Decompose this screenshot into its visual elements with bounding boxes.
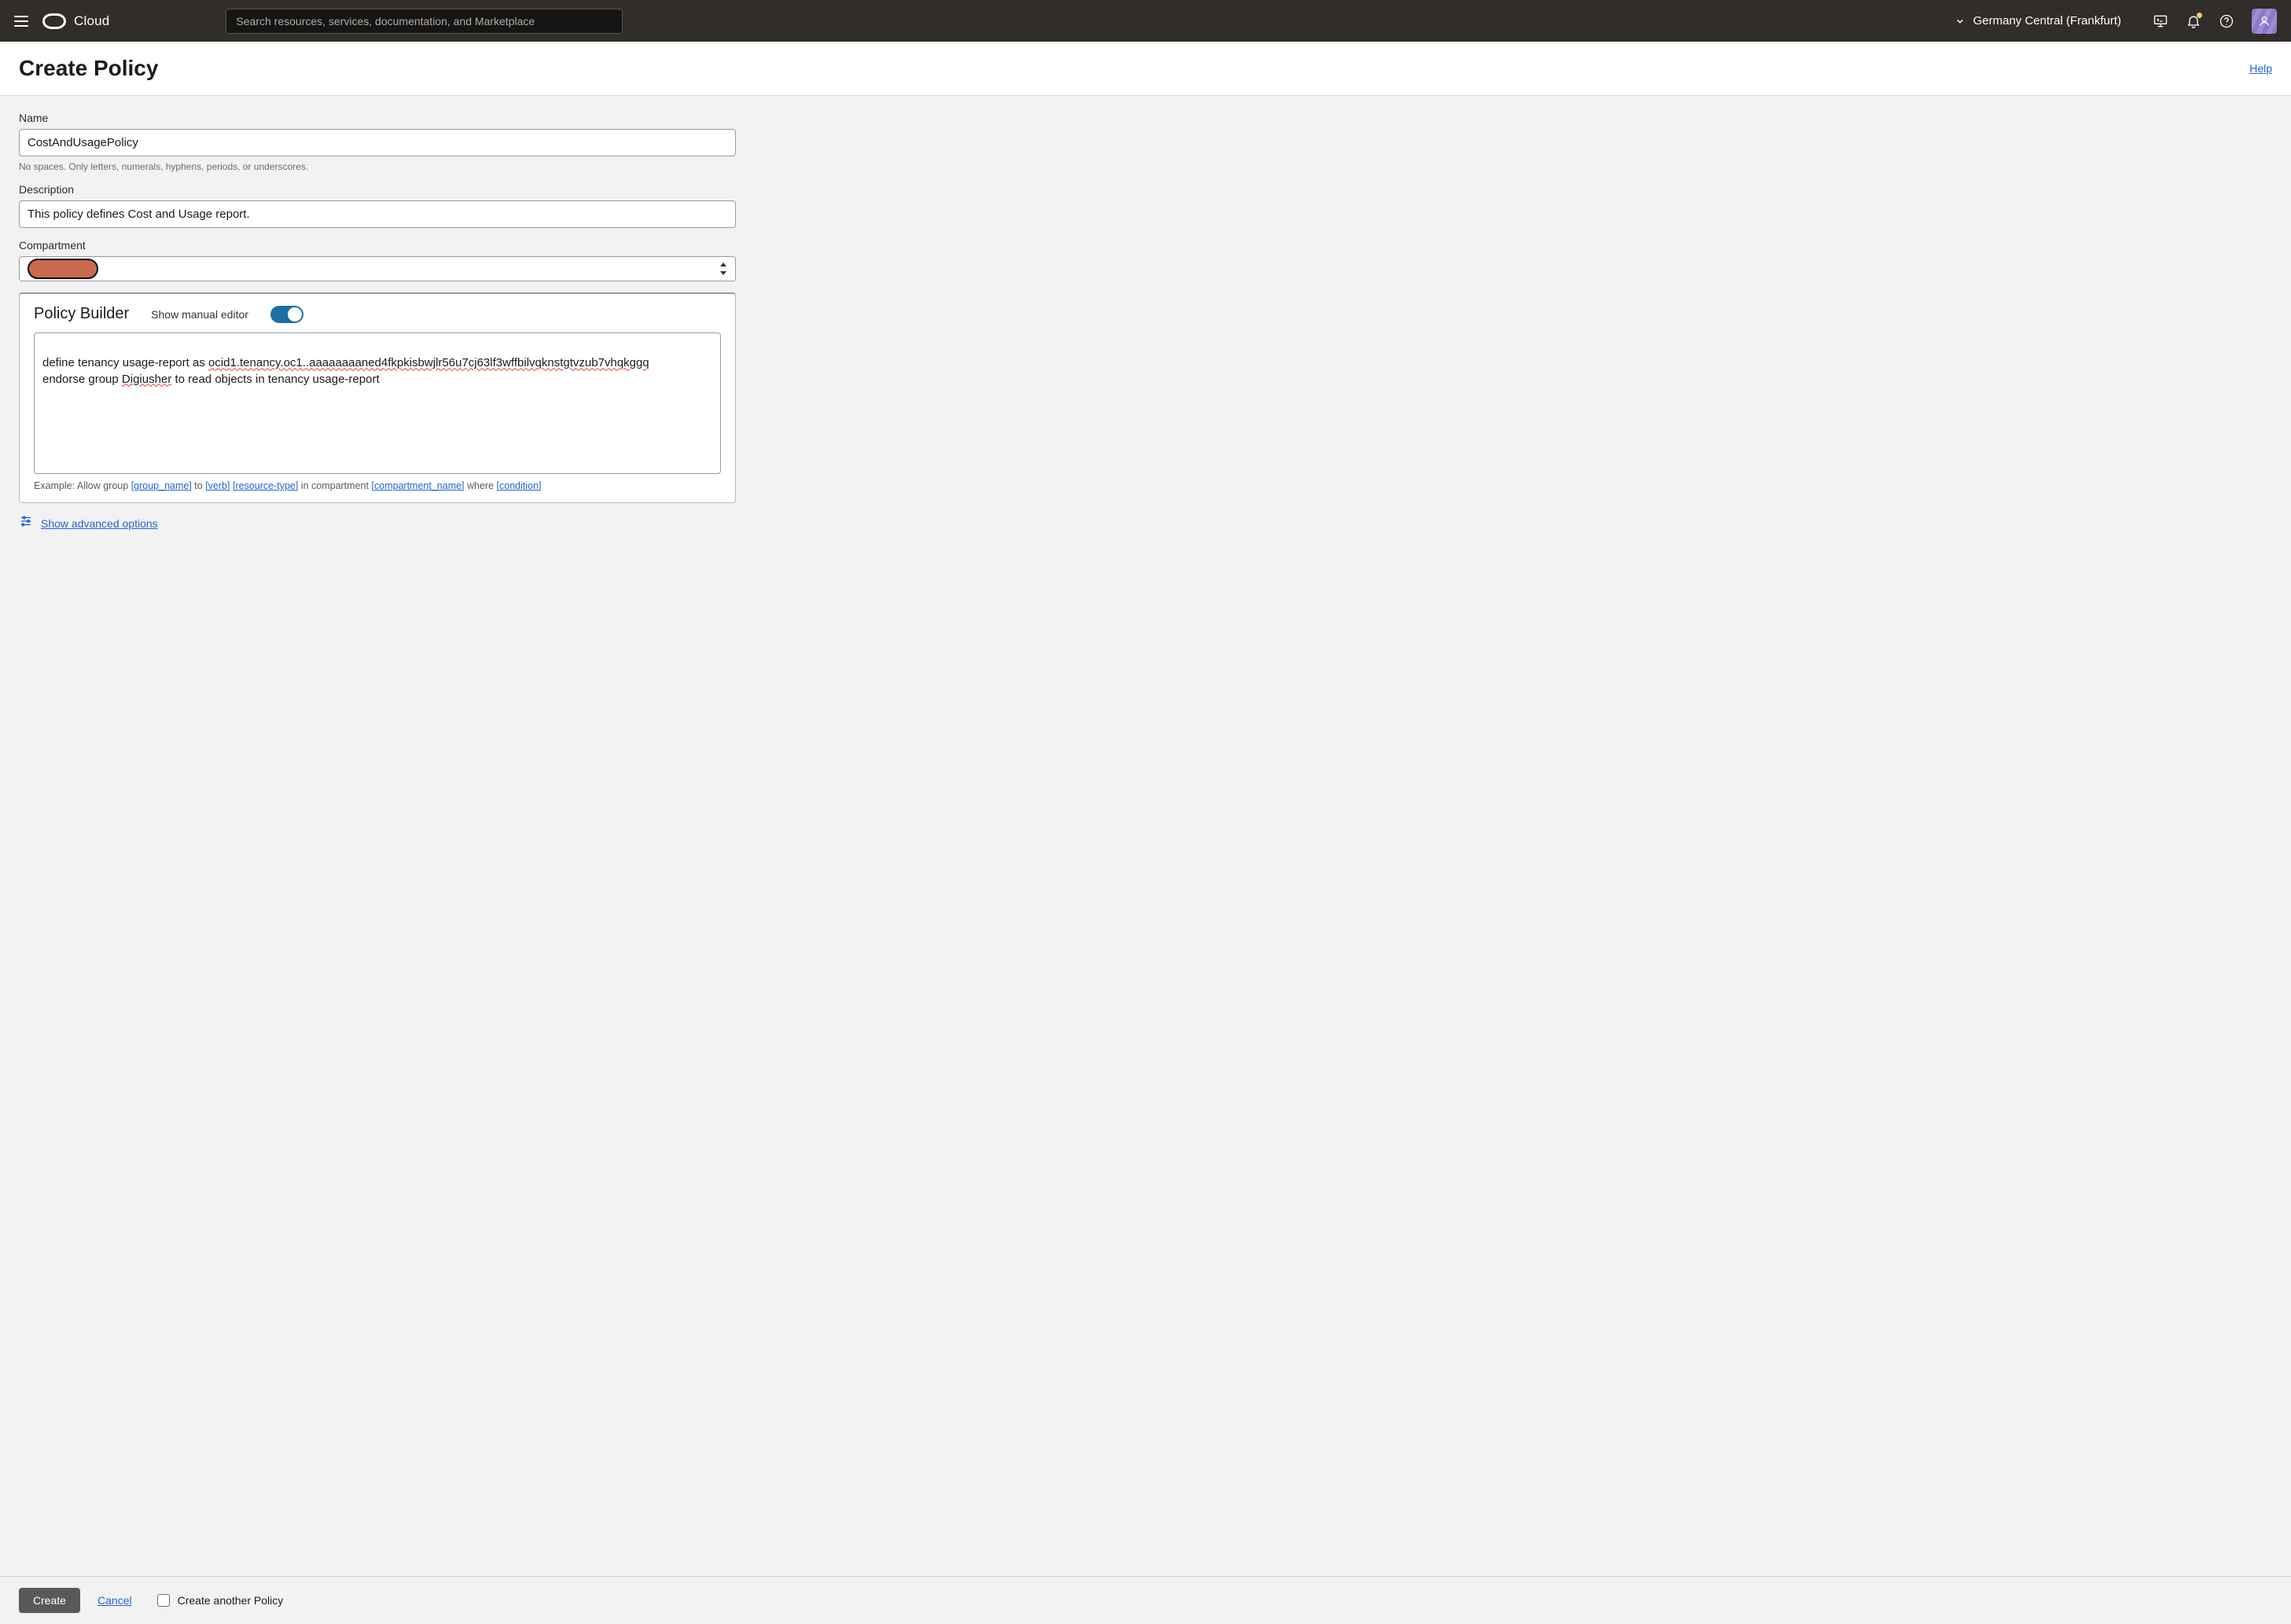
example-resource-placeholder: [resource-type] — [233, 480, 298, 491]
top-navbar: Cloud Germany Central (Frankfurt) — [0, 0, 2291, 42]
footer-action-bar: Create Cancel Create another Policy — [0, 1576, 2291, 1624]
sliders-icon — [19, 514, 33, 532]
example-condition-placeholder: [condition] — [497, 480, 542, 491]
description-input[interactable] — [19, 200, 736, 228]
help-icon[interactable] — [2219, 13, 2234, 29]
advanced-options-row: Show advanced options — [19, 514, 736, 532]
page-title: Create Policy — [19, 56, 158, 81]
notification-bell-icon[interactable] — [2186, 13, 2201, 29]
policy-ocid: ocid1.tenancy.oc1..aaaaaaaaned4fkpkisbwj… — [208, 356, 649, 369]
create-button[interactable]: Create — [19, 1588, 80, 1613]
policy-text: to read objects in tenancy usage-report — [171, 373, 379, 386]
policy-builder-panel: Policy Builder Show manual editor define… — [19, 292, 736, 503]
brand-text: Cloud — [74, 13, 109, 29]
help-link[interactable]: Help — [2249, 62, 2272, 75]
example-compartment-placeholder: [compartment_name] — [371, 480, 464, 491]
policy-example-hint: Example: Allow group [group_name] to [ve… — [34, 480, 721, 491]
name-input[interactable] — [19, 129, 736, 156]
manual-editor-toggle[interactable] — [270, 306, 303, 323]
toggle-knob — [288, 307, 302, 321]
cancel-link[interactable]: Cancel — [97, 1594, 132, 1607]
compartment-select[interactable] — [19, 256, 736, 281]
policy-group-name: Digiusher — [122, 373, 171, 386]
name-hint: No spaces. Only letters, numerals, hyphe… — [19, 161, 736, 172]
example-group-placeholder: [group_name] — [131, 480, 192, 491]
name-label: Name — [19, 112, 736, 124]
create-another-checkbox[interactable] — [157, 1594, 170, 1607]
notification-dot — [2197, 13, 2202, 18]
hamburger-menu-icon[interactable] — [14, 16, 28, 27]
policy-statements-textarea[interactable]: define tenancy usage-report as ocid1.ten… — [34, 333, 721, 474]
name-field: Name No spaces. Only letters, numerals, … — [19, 112, 736, 172]
global-search — [226, 9, 623, 34]
create-another-label[interactable]: Create another Policy — [178, 1594, 284, 1607]
compartment-label: Compartment — [19, 239, 736, 252]
manual-editor-toggle-label: Show manual editor — [151, 308, 248, 321]
page-header: Create Policy Help — [0, 42, 2291, 96]
compartment-redacted-pill — [28, 259, 98, 279]
policy-builder-title: Policy Builder — [34, 305, 129, 323]
description-field: Description — [19, 183, 736, 228]
user-avatar[interactable] — [2252, 9, 2277, 34]
example-verb-placeholder: [verb] — [205, 480, 230, 491]
compartment-field: Compartment — [19, 239, 736, 281]
oracle-o-icon — [42, 13, 66, 29]
brand-logo[interactable]: Cloud — [42, 13, 109, 29]
show-advanced-options-link[interactable]: Show advanced options — [41, 517, 158, 530]
description-label: Description — [19, 183, 736, 196]
dev-tools-icon[interactable] — [2153, 13, 2168, 29]
search-input[interactable] — [226, 9, 623, 34]
region-selector[interactable]: Germany Central (Frankfurt) — [1955, 14, 2121, 28]
policy-text: endorse group — [42, 373, 122, 386]
chevron-down-icon — [1955, 16, 1966, 27]
main-content: Name No spaces. Only letters, numerals, … — [0, 96, 2291, 1576]
policy-text: define tenancy usage-report as — [42, 356, 208, 369]
region-label: Germany Central (Frankfurt) — [1973, 14, 2121, 28]
